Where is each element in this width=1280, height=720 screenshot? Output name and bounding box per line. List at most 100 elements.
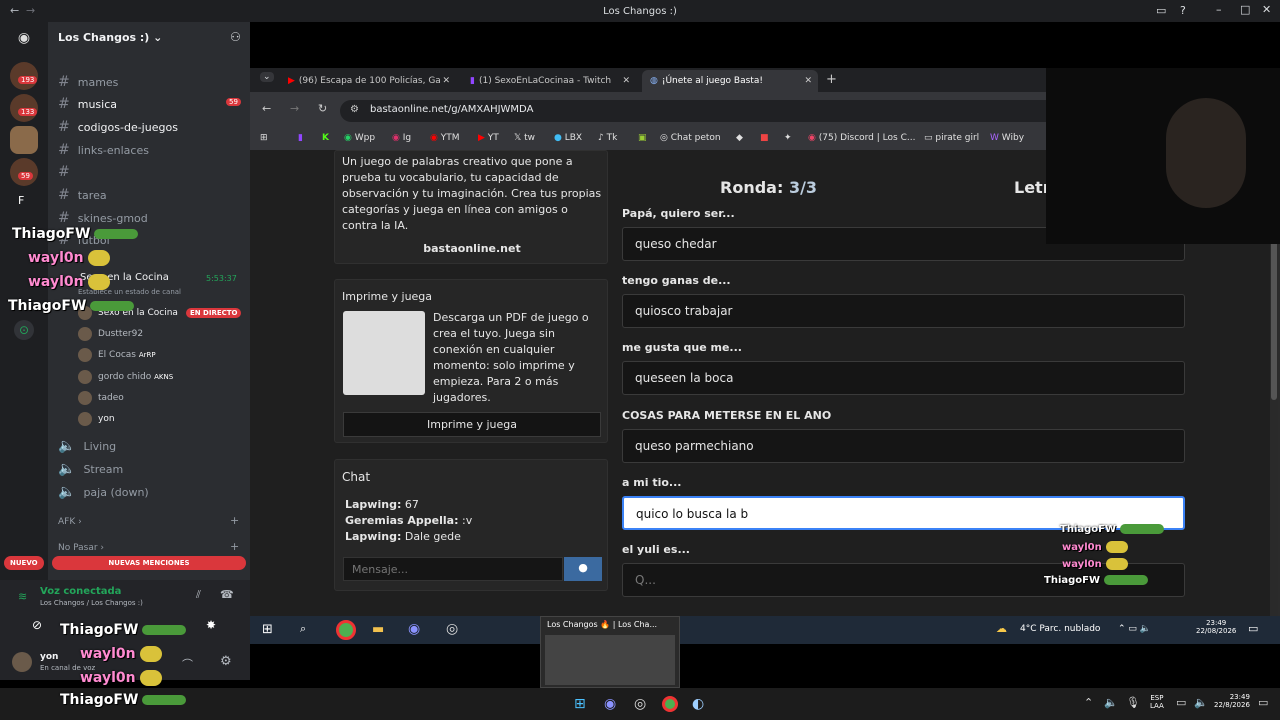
close-tab-icon[interactable]: ✕ [804, 76, 812, 86]
show-hidden-icon[interactable]: ⌃ [1084, 696, 1093, 709]
video-icon[interactable]: ⊘ [32, 618, 42, 632]
windows-start-icon[interactable]: ⊞ [574, 696, 586, 712]
weather-text[interactable]: 4°C Parc. nublado [1020, 624, 1100, 634]
voice-user[interactable]: tadeo [78, 388, 124, 408]
language-indicator[interactable]: ESP LAA [1150, 694, 1164, 710]
kick-bookmark-icon[interactable]: K [322, 133, 329, 143]
tab-search-icon[interactable]: ⌄ [260, 72, 274, 82]
notification-center-icon[interactable]: ▭ [1258, 696, 1268, 709]
back-icon[interactable]: ← [262, 102, 271, 115]
answer-input[interactable]: queseen la boca [622, 361, 1185, 395]
bookmark-yt[interactable]: ▶ YT [478, 133, 499, 143]
noise-icon[interactable]: ⫽ [196, 588, 201, 602]
bookmark-icon[interactable]: ◆ [736, 133, 743, 143]
voice-user[interactable]: Dustter92 [78, 324, 143, 344]
headphones-icon[interactable]: ⌒ [182, 656, 193, 672]
speaker-tray-icon[interactable]: 🔈 [1194, 696, 1208, 709]
my-avatar[interactable] [12, 652, 32, 672]
voice-channel-living[interactable]: 🔈 Living [58, 436, 116, 456]
voice-channel-paja[interactable]: 🔈 paja (down) [58, 482, 149, 502]
bookmark-ytm[interactable]: ◉ YTM [430, 133, 460, 143]
discord-icon[interactable]: ◉ [408, 621, 420, 637]
twitch-bookmark-icon[interactable]: ▮ [298, 133, 303, 143]
address-bar[interactable]: ⚙ bastaonline.net/g/AMXAHJWMDA [340, 100, 1060, 122]
obs-icon[interactable]: ◎ [634, 696, 646, 712]
close-button[interactable]: ✕ [1262, 3, 1271, 16]
add-member-icon[interactable]: ⚇ [230, 30, 241, 44]
mic-icon[interactable]: 🎙 [1126, 696, 1140, 709]
bookmark-wiby[interactable]: W Wiby [990, 133, 1024, 143]
apps-icon[interactable]: ⊞ [260, 133, 268, 143]
channel-item[interactable]: # links-enlaces [58, 140, 149, 160]
category-afk[interactable]: AFK › [58, 512, 82, 532]
bookmark-chat-peton[interactable]: ◎ Chat peton [660, 133, 721, 143]
add-channel-icon[interactable]: + [230, 514, 239, 527]
new-badge[interactable]: NUEVO [4, 556, 44, 570]
print-button[interactable]: Imprime y juega [343, 412, 601, 437]
close-tab-icon[interactable]: ✕ [622, 76, 630, 86]
new-mentions-button[interactable]: NUEVAS MENCIONES [52, 556, 246, 570]
category-no-pasar[interactable]: No Pasar › [58, 538, 104, 558]
chat-input[interactable] [343, 557, 563, 581]
bookmark-pirate-girl[interactable]: ▭ pirate girl [924, 133, 979, 143]
channel-item[interactable]: # mames [58, 72, 118, 92]
minimize-button[interactable]: – [1216, 3, 1222, 16]
site-name[interactable]: bastaonline.net [342, 241, 602, 257]
search-icon[interactable]: ⌕ [300, 622, 306, 636]
discord-home-icon[interactable]: ◉ [10, 28, 38, 48]
tab-basta[interactable]: ◍ ¡Únete al juego Basta! ✕ [642, 70, 818, 92]
settings-gear-icon[interactable]: ⚙ [220, 654, 232, 669]
site-info-icon[interactable]: ⚙ [350, 104, 359, 115]
maximize-button[interactable]: □ [1240, 3, 1250, 16]
bookmark-ig[interactable]: ◉ Ig [392, 133, 411, 143]
discord-icon[interactable]: ◉ [604, 696, 616, 712]
voice-user[interactable]: gordo chido AKNS [78, 367, 173, 387]
send-chat-button[interactable]: ● [564, 557, 602, 581]
new-tab-icon[interactable]: + [826, 72, 837, 87]
answer-input[interactable]: queso parmechiano [622, 429, 1185, 463]
inbox-icon[interactable]: ▭ [1156, 4, 1166, 17]
bookmark-wpp[interactable]: ◉ Wpp [344, 133, 375, 143]
forward-icon[interactable]: → [290, 102, 299, 115]
tab-youtube[interactable]: ▶ (96) Escapa de 100 Policías, Ga ✕ [280, 70, 456, 92]
server-name[interactable]: Los Changos :) ⌄ [58, 31, 162, 44]
bookmark-tk[interactable]: ♪ Tk [598, 133, 617, 143]
explore-icon[interactable]: ⊙ [14, 320, 34, 340]
help-icon[interactable]: ? [1180, 4, 1186, 17]
reload-icon[interactable]: ↻ [318, 102, 327, 115]
disconnect-icon[interactable]: ☎ [220, 588, 234, 601]
add-channel-icon[interactable]: + [230, 540, 239, 553]
window-preview[interactable]: Los Changos 🔥 | Los Cha... [540, 616, 680, 688]
image-bookmark-icon[interactable]: ▣ [638, 133, 647, 143]
activity-icon[interactable]: ✸ [206, 618, 216, 632]
voice-channel-stream[interactable]: 🔈 Stream [58, 459, 123, 479]
volume-icon[interactable]: 🔈 [1104, 696, 1118, 709]
tab-twitch[interactable]: ▮ (1) SexoEnLaCocinaa - Twitch ✕ [462, 70, 636, 92]
server-letter[interactable]: F [18, 194, 24, 207]
chrome-icon[interactable] [336, 620, 356, 640]
inner-clock[interactable]: 23:49 22/08/2026 [1196, 619, 1236, 635]
bookmark-icon[interactable]: ■ [760, 133, 769, 143]
network-icon[interactable]: ▭ [1176, 696, 1186, 709]
server-icon[interactable] [10, 126, 38, 154]
bookmark-discord[interactable]: ◉ (75) Discord | Los C... [808, 133, 915, 143]
voice-connected-title[interactable]: Voz conectada [40, 586, 121, 597]
voice-user[interactable]: yon [78, 409, 115, 429]
bookmark-lbx[interactable]: ● LBX [554, 133, 582, 143]
channel-item[interactable]: # skines-gmod [58, 208, 148, 228]
steam-icon[interactable]: ◐ [692, 696, 704, 712]
channel-item[interactable]: # codigos-de-juegos [58, 117, 178, 137]
close-tab-icon[interactable]: ✕ [442, 76, 450, 86]
folder-icon[interactable]: ▬ [372, 622, 384, 637]
notifications-icon[interactable]: ▭ [1248, 622, 1258, 635]
windows-start-icon[interactable]: ⊞ [262, 622, 273, 637]
app-icon[interactable]: ◎ [446, 621, 458, 637]
channel-item[interactable]: # musica 59 [58, 94, 241, 114]
voice-user[interactable]: El Cocas ArRP [78, 345, 156, 365]
chrome-icon[interactable] [662, 696, 678, 712]
tray-icons[interactable]: ⌃ ▭ 🔈 [1118, 624, 1151, 634]
voice-connected-path[interactable]: Los Changos / Los Changos :) [40, 599, 143, 607]
bookmark-icon[interactable]: ✦ [784, 133, 792, 143]
my-username[interactable]: yon [40, 652, 58, 662]
answer-input[interactable]: quiosco trabajar [622, 294, 1185, 328]
